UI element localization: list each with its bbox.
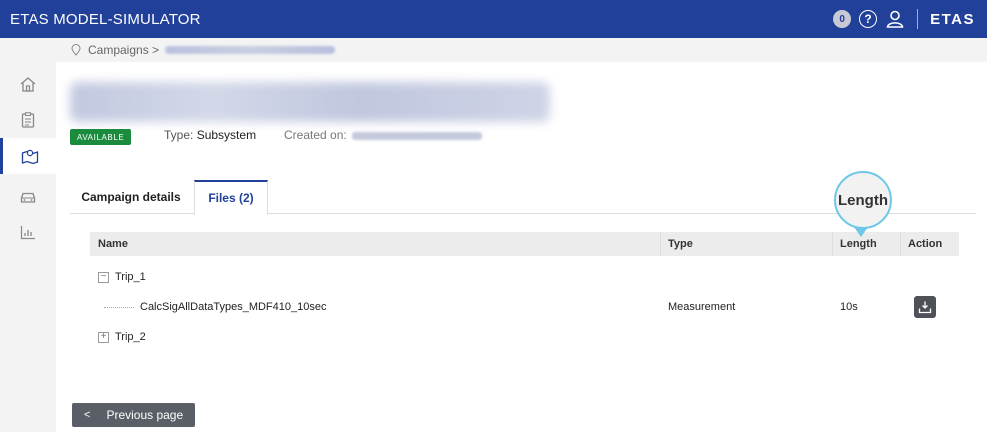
- group-name: Trip_2: [115, 331, 146, 343]
- previous-page-button[interactable]: < Previous page: [72, 403, 196, 427]
- file-type: Measurement: [668, 301, 736, 313]
- download-icon: [918, 301, 932, 314]
- notification-badge[interactable]: 0: [833, 10, 852, 28]
- main-content: AVAILABLE Type: Subsystem Created on: Ca…: [56, 62, 987, 432]
- divider: [917, 9, 919, 29]
- table-row: CalcSigAllDataTypes_MDF410_10sec Measure…: [90, 292, 959, 322]
- download-button[interactable]: [914, 296, 936, 318]
- table-row: + Trip_2: [90, 322, 959, 352]
- campaign-created-label: Created on:: [284, 128, 347, 142]
- campaign-created-value-blurred: [352, 131, 483, 140]
- campaign-type: Type: Subsystem: [164, 128, 256, 142]
- location-pin-icon: [71, 44, 81, 56]
- table-row: − Trip_1: [90, 262, 959, 292]
- expand-icon[interactable]: +: [98, 331, 109, 343]
- app-title: ETAS MODEL-SIMULATOR: [10, 10, 201, 28]
- campaign-type-value: Subsystem: [196, 128, 257, 142]
- sidebar-item-home[interactable]: [0, 66, 56, 102]
- sidebar-item-vehicles[interactable]: [0, 178, 56, 214]
- brand-logo: ETAS: [930, 10, 975, 28]
- campaign-created: Created on:: [284, 128, 483, 142]
- tab-files[interactable]: Files (2): [194, 180, 268, 215]
- status-badge: AVAILABLE: [70, 129, 132, 145]
- column-header-name[interactable]: Name: [98, 232, 128, 256]
- sidebar-item-tasks[interactable]: [0, 102, 56, 138]
- map-icon: [21, 149, 38, 165]
- tree-connector: [104, 306, 134, 308]
- car-icon: [20, 192, 36, 203]
- sidebar-item-campaigns[interactable]: [0, 138, 56, 174]
- bar-chart-icon: [20, 226, 35, 240]
- top-bar-actions: 0 ? ETAS: [833, 0, 975, 38]
- breadcrumb-current-blurred: [165, 46, 336, 54]
- breadcrumb: Campaigns >: [56, 38, 987, 62]
- collapse-icon[interactable]: −: [98, 271, 109, 283]
- top-bar: ETAS MODEL-SIMULATOR 0 ? ETAS: [0, 0, 987, 38]
- tab-campaign-details[interactable]: Campaign details: [76, 180, 186, 214]
- user-icon[interactable]: [885, 9, 905, 29]
- sidebar-item-analytics[interactable]: [0, 214, 56, 250]
- files-table: Name Type Length Action − Trip_1 CalcSig…: [90, 232, 959, 343]
- previous-page-label: Previous page: [106, 408, 184, 422]
- file-name: CalcSigAllDataTypes_MDF410_10sec: [140, 301, 327, 313]
- breadcrumb-campaigns-link[interactable]: Campaigns >: [88, 43, 159, 57]
- length-zoom-callout: Length: [834, 171, 892, 237]
- clipboard-icon: [21, 112, 35, 128]
- campaign-type-label: Type:: [164, 128, 194, 142]
- table-header: Name Type Length Action: [90, 232, 959, 256]
- sidebar: [0, 38, 56, 432]
- campaign-title-blurred: [70, 82, 550, 122]
- column-header-action: Action: [899, 232, 942, 256]
- file-length: 10s: [840, 301, 858, 313]
- help-icon[interactable]: ?: [859, 10, 878, 28]
- home-icon: [20, 77, 36, 92]
- group-name: Trip_1: [115, 271, 146, 283]
- column-header-type[interactable]: Type: [660, 232, 693, 256]
- chevron-left-icon: <: [84, 409, 91, 421]
